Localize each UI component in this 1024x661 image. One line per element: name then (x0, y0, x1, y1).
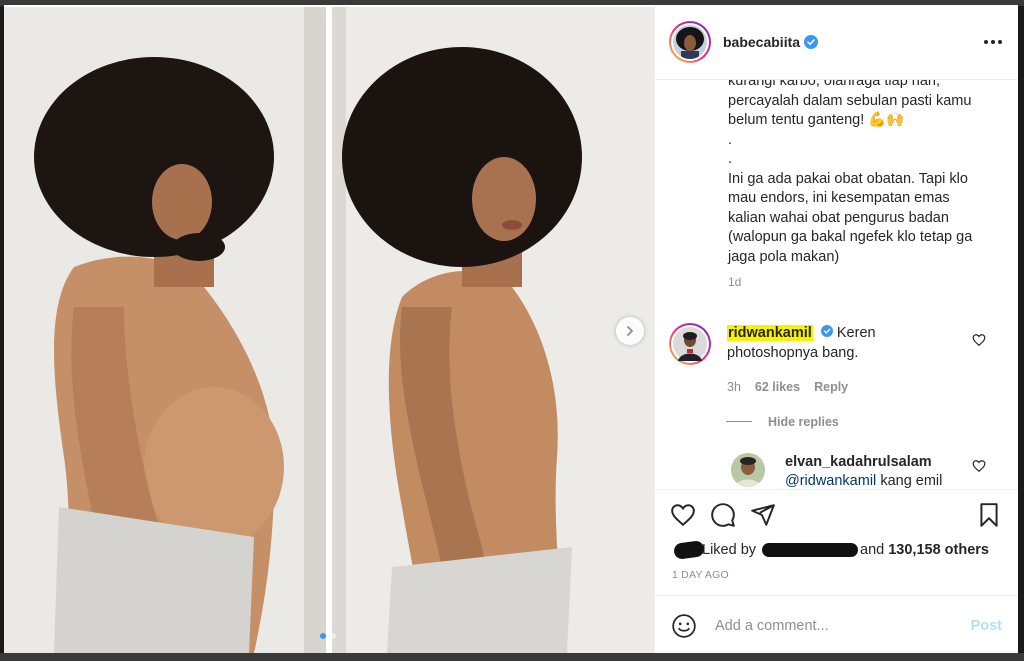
post-side-panel: babecabiita kurangi karbo, olahraga tiap… (654, 5, 1018, 655)
reply-button[interactable]: Reply (814, 377, 848, 397)
reply-avatar[interactable] (731, 452, 765, 487)
caption-line: kalian wahai obat pengurus badan (728, 209, 949, 226)
post-date[interactable]: 1 DAY AGO (655, 561, 1018, 587)
carousel-dot (320, 633, 326, 639)
share-send-icon[interactable] (750, 502, 776, 528)
carousel-indicator (320, 633, 336, 639)
carousel-dot (330, 633, 336, 639)
reply-avatar-image (731, 452, 765, 487)
photo-after (332, 7, 654, 653)
comment-likes[interactable]: 62 likes (755, 377, 800, 397)
reply-mention[interactable]: @ridwankamil (785, 473, 876, 489)
comment-item: ridwankamil Keren photoshopnya bang. 3h … (655, 322, 1018, 397)
comment-bubble-icon[interactable] (710, 502, 736, 528)
add-comment-bar: Post (655, 595, 1018, 655)
account-username[interactable]: babecabiita (723, 34, 800, 50)
photo-after-illustration (332, 7, 654, 653)
post-caption: kurangi karbo, olahraga tiap hari, perca… (655, 80, 1018, 293)
caption-line: (walopun ga bakal ngefek klo tetap ga (728, 229, 973, 245)
comment-time[interactable]: 3h (727, 377, 741, 397)
save-bookmark-icon[interactable] (976, 502, 1002, 528)
commenter-avatar-image (673, 326, 707, 361)
reply-username[interactable]: elvan_kadahrulsalam (785, 453, 942, 472)
reply-like-heart-icon[interactable] (972, 459, 986, 478)
post-comment-button[interactable]: Post (971, 618, 1002, 634)
background-strip-bottom (0, 653, 1024, 661)
caption-line: percayalah dalam sebulan pasti kamu (728, 92, 972, 109)
post-actions (655, 489, 1018, 539)
caption-line: . (728, 151, 733, 167)
comments-section[interactable]: kurangi karbo, olahraga tiap hari, perca… (655, 80, 1018, 489)
comment-meta: 3h 62 likes Reply (727, 377, 957, 397)
caption-line: kurangi karbo, olahraga tiap hari, (728, 80, 940, 89)
hide-replies-label: Hide replies (768, 414, 839, 429)
carousel-next-button[interactable] (616, 317, 644, 345)
caption-line: jaga pola makan) (728, 248, 840, 265)
reply-text: kang emil (880, 472, 943, 489)
caption-line: belum tentu ganteng! 💪🙌 (728, 112, 905, 128)
post-media[interactable] (4, 5, 654, 655)
avatar-image (673, 25, 707, 59)
account-avatar[interactable] (669, 21, 711, 63)
chevron-right-icon (627, 326, 634, 336)
emoji-smiley-icon[interactable] (671, 613, 697, 639)
commenter-avatar[interactable] (669, 322, 711, 365)
comment-like-heart-icon[interactable] (972, 333, 986, 352)
verified-badge-icon (804, 35, 819, 49)
caption-line: mau endors, ini kesempatan emas (728, 190, 950, 206)
comment-text: Keren (836, 324, 876, 341)
reply-item: elvan_kadahrulsalam @ridwankamil kang em… (731, 452, 1018, 490)
likes-count[interactable]: 130,158 others (888, 542, 989, 558)
redacted-username (762, 543, 859, 557)
hide-replies-button[interactable]: Hide replies (726, 415, 1018, 429)
redacted-avatar (673, 539, 705, 561)
comment-input[interactable] (715, 617, 955, 634)
caption-line: . (728, 131, 733, 148)
caption-timestamp[interactable]: 1d (728, 273, 1002, 293)
comment-text: photoshopnya bang. (727, 344, 859, 361)
caption-line: Ini ga ada pakai obat obatan. Tapi klo (728, 170, 968, 187)
more-options-icon[interactable] (984, 40, 1002, 44)
post-header: babecabiita (655, 5, 1018, 80)
photo-before (4, 7, 326, 653)
post-modal: babecabiita kurangi karbo, olahraga tiap… (4, 5, 1018, 655)
likes-connector: and (860, 542, 885, 558)
photo-before-illustration (4, 7, 326, 653)
verified-badge-icon (820, 324, 833, 337)
likes-summary: Liked by and 130,158 others (655, 539, 1018, 561)
comment-username[interactable]: ridwankamil (727, 324, 813, 341)
likes-prefix: Liked by (702, 542, 757, 558)
like-heart-icon[interactable] (670, 502, 696, 528)
